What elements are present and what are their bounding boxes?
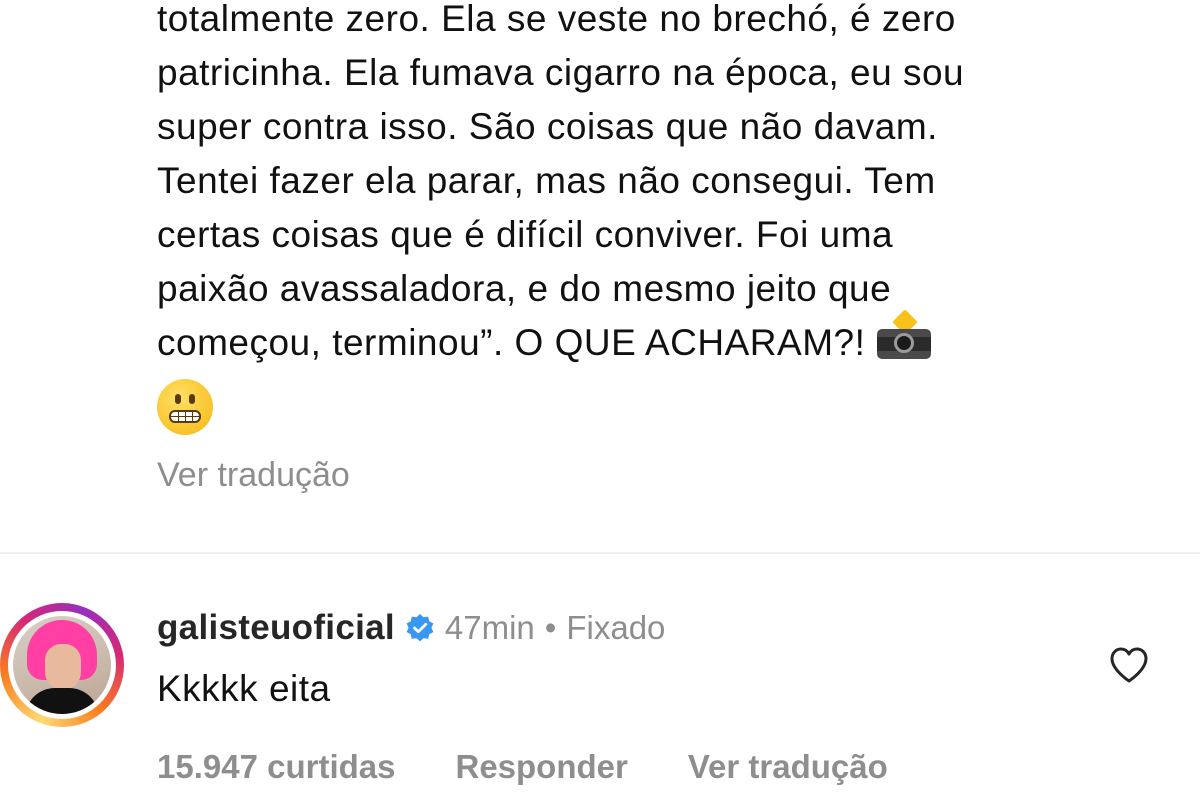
comment-actions: 15.947 curtidas Responder Ver tradução [157,748,888,786]
meta-separator: • [544,609,557,646]
caption-line: super contra isso. São coisas que não da… [157,106,938,147]
caption-line: paixão avassaladora, e do mesmo jeito qu… [157,268,892,309]
comment-see-translation-link[interactable]: Ver tradução [688,748,888,786]
comment-header: galisteuoficial 47min • Fixado [157,604,665,652]
reply-button[interactable]: Responder [455,748,627,786]
section-divider [0,552,1200,554]
camera-with-flash-icon [877,309,932,359]
pinned-label: Fixado [566,609,666,646]
comment-time: 47min [444,609,535,646]
comment-username[interactable]: galisteuoficial [157,608,395,648]
caption-line: Tentei fazer ela parar, mas não consegui… [157,160,936,201]
avatar [8,611,116,719]
caption-line-text: começou, terminou”. O QUE ACHARAM?! [157,322,866,363]
caption-line: totalmente zero. Ela se veste no brechó,… [157,0,956,39]
heart-outline-icon[interactable] [1108,645,1150,685]
caption-line: patricinha. Ela fumava cigarro na época,… [157,52,965,93]
post-see-translation-link[interactable]: Ver tradução [157,456,350,495]
caption-line: certas coisas que é difícil conviver. Fo… [157,214,894,255]
caption-line-last: começou, terminou”. O QUE ACHARAM?! [157,309,1187,370]
story-ring-avatar[interactable] [0,603,124,727]
post-caption: totalmente zero. Ela se veste no brechó,… [157,0,1187,370]
avatar-photo [13,616,111,714]
comment-text: Kkkkk eita [157,668,331,709]
verified-badge-icon [406,614,434,642]
grimacing-face-icon [157,379,213,435]
instagram-comments-view: totalmente zero. Ela se veste no brechó,… [0,0,1200,800]
likes-count[interactable]: 15.947 curtidas [157,748,395,786]
